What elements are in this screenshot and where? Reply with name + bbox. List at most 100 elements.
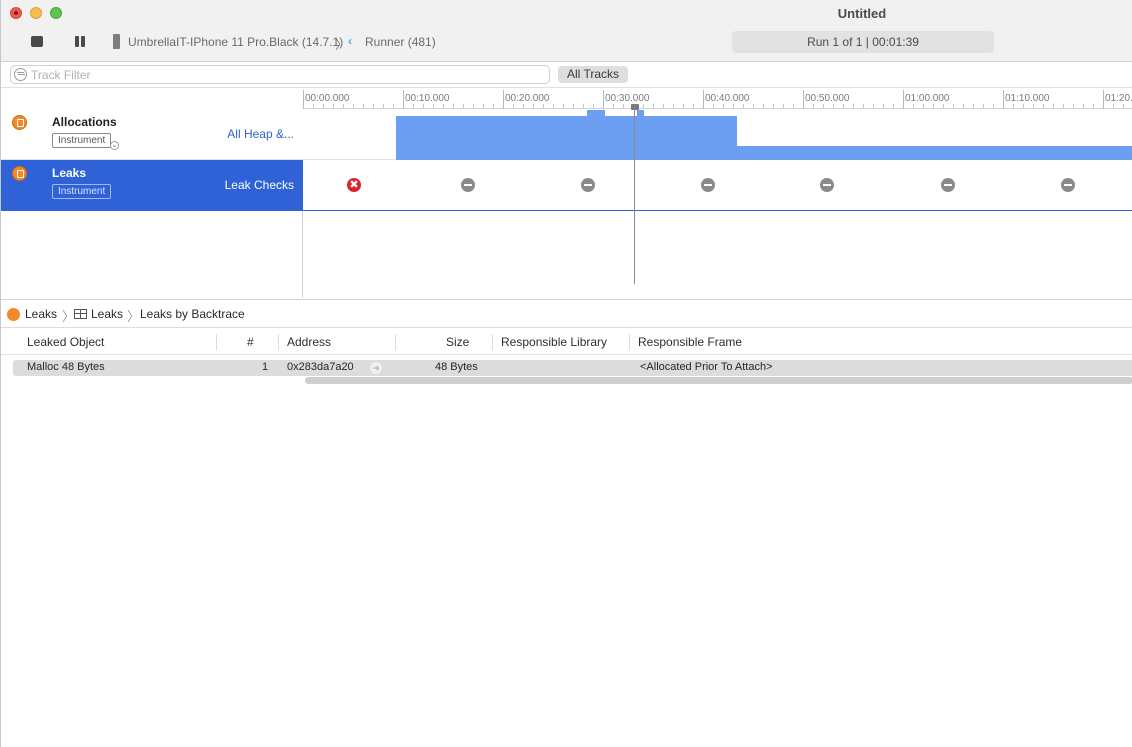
no-leak-icon[interactable] [1061,178,1075,192]
ruler-major-tick [603,90,604,109]
filter-icon [14,68,27,81]
zoom-window-button[interactable] [50,7,62,19]
ruler-minor-tick [1093,104,1094,108]
all-tracks-button[interactable]: All Tracks [558,66,628,83]
ruler-minor-tick [593,104,594,108]
track-allocations[interactable]: Allocations Instrument ⌄ All Heap &... [1,109,303,160]
column-divider[interactable] [492,334,493,350]
ruler-major-tick [1003,90,1004,109]
ruler-minor-tick [413,104,414,108]
track-detail-selector[interactable]: Leak Checks [225,178,294,192]
instrument-badge[interactable]: Instrument [52,133,112,148]
ruler-minor-tick [453,104,454,108]
column-divider[interactable] [629,334,630,350]
target-process[interactable]: Runner (481) [365,35,436,49]
ruler-minor-tick [533,104,534,108]
ruler-major-tick [303,90,304,109]
ruler-minor-tick [583,104,584,108]
ruler-tick-label: 00:30.000 [605,93,650,104]
track-detail-selector[interactable]: All Heap &... [227,127,294,141]
ruler-major-tick [503,90,504,109]
leaks-graph[interactable]: ✖ [303,160,1132,211]
ruler-minor-tick [653,104,654,108]
allocations-instrument-icon [12,115,27,130]
ruler-minor-tick [1023,104,1024,108]
ruler-minor-tick [783,104,784,108]
column-header-size[interactable]: Size [446,335,469,349]
ruler-minor-tick [623,104,624,108]
timeline-ruler[interactable]: 00:00.000 00:10.000 00:20.000 00:30.000 00:4… [303,88,1132,109]
ruler-minor-tick [333,104,334,108]
no-leak-icon[interactable] [820,178,834,192]
track-area: 00:00.000 00:10.000 00:20.000 00:30.000 00:4… [1,88,1132,384]
no-leak-icon[interactable] [701,178,715,192]
playhead-handle[interactable] [631,104,639,110]
ruler-minor-tick [933,104,934,108]
ruler-minor-tick [373,104,374,108]
ruler-minor-tick [1043,104,1044,108]
column-divider[interactable] [278,334,279,350]
cell-size: 48 Bytes [435,361,478,373]
ruler-minor-tick [713,104,714,108]
no-leak-icon[interactable] [941,178,955,192]
chevron-right-icon: 〉 [127,309,141,324]
ruler-minor-tick [1013,104,1014,108]
column-header-address[interactable]: Address [287,335,331,349]
jumpbar-mode[interactable]: Leaks by Backtrace [140,307,245,321]
stop-recording-button[interactable] [31,36,43,47]
pause-recording-button[interactable] [74,36,86,48]
ruler-tick-label: 01:00.000 [905,93,950,104]
column-header-leaked-object[interactable]: Leaked Object [27,335,104,349]
allocations-graph[interactable] [303,109,1132,160]
ruler-minor-tick [983,104,984,108]
ruler-minor-tick [433,104,434,108]
ruler-minor-tick [383,104,384,108]
cell-responsible-frame: <Allocated Prior To Attach> [640,361,773,373]
jumpbar-view[interactable]: Leaks [91,307,123,321]
toolbar: Untitled UmbrellaIT-IPhone 11 Pro.Black … [1,0,1132,62]
track-filter-field[interactable] [10,65,550,84]
table-row[interactable]: Malloc 48 Bytes 1 0x283da7a20 ➜ 48 Bytes… [13,360,1132,376]
ruler-minor-tick [833,104,834,108]
column-header-responsible-library[interactable]: Responsible Library [501,335,607,349]
ruler-minor-tick [1033,104,1034,108]
timeline-scrollbar[interactable] [305,377,1132,384]
jumpbar-instrument[interactable]: Leaks [25,307,57,321]
column-divider[interactable] [216,334,217,350]
target-device[interactable]: UmbrellaIT-IPhone 11 Pro.Black (14.7.1) [128,35,343,49]
track-filter-input[interactable] [31,67,531,82]
chevron-down-icon[interactable]: ⌄ [110,141,119,150]
ruler-minor-tick [523,104,524,108]
column-divider[interactable] [395,334,396,350]
instrument-badge[interactable]: Instrument [52,184,112,199]
ruler-minor-tick [493,104,494,108]
no-leak-icon[interactable] [461,178,475,192]
go-to-address-icon[interactable]: ➜ [370,362,382,374]
table-icon [74,309,87,319]
allocation-bar [605,116,637,160]
ruler-minor-tick [763,104,764,108]
ruler-minor-tick [753,104,754,108]
cell-address: 0x283da7a20 [287,361,354,373]
column-header-responsible-frame[interactable]: Responsible Frame [638,335,742,349]
leaks-instrument-icon [7,308,20,321]
ruler-major-tick [1103,90,1104,109]
playhead[interactable] [634,104,635,284]
leak-detected-icon[interactable]: ✖ [347,178,361,192]
ruler-minor-tick [1083,104,1084,108]
run-status[interactable]: Run 1 of 1 | 00:01:39 [732,31,994,53]
minimize-window-button[interactable] [30,7,42,19]
column-header-count[interactable]: # [247,335,254,349]
ruler-minor-tick [563,104,564,108]
track-graphs[interactable]: ✖ [303,109,1132,298]
ruler-minor-tick [463,104,464,108]
no-leak-icon[interactable] [581,178,595,192]
track-leaks[interactable]: Leaks Instrument Leak Checks [1,160,303,211]
ruler-major-tick [903,90,904,109]
ruler-minor-tick [353,104,354,108]
close-window-button[interactable] [10,7,22,19]
ruler-minor-tick [723,104,724,108]
leaks-instrument-icon [12,166,27,181]
ruler-minor-tick [1113,104,1114,108]
ruler-minor-tick [1123,104,1124,108]
